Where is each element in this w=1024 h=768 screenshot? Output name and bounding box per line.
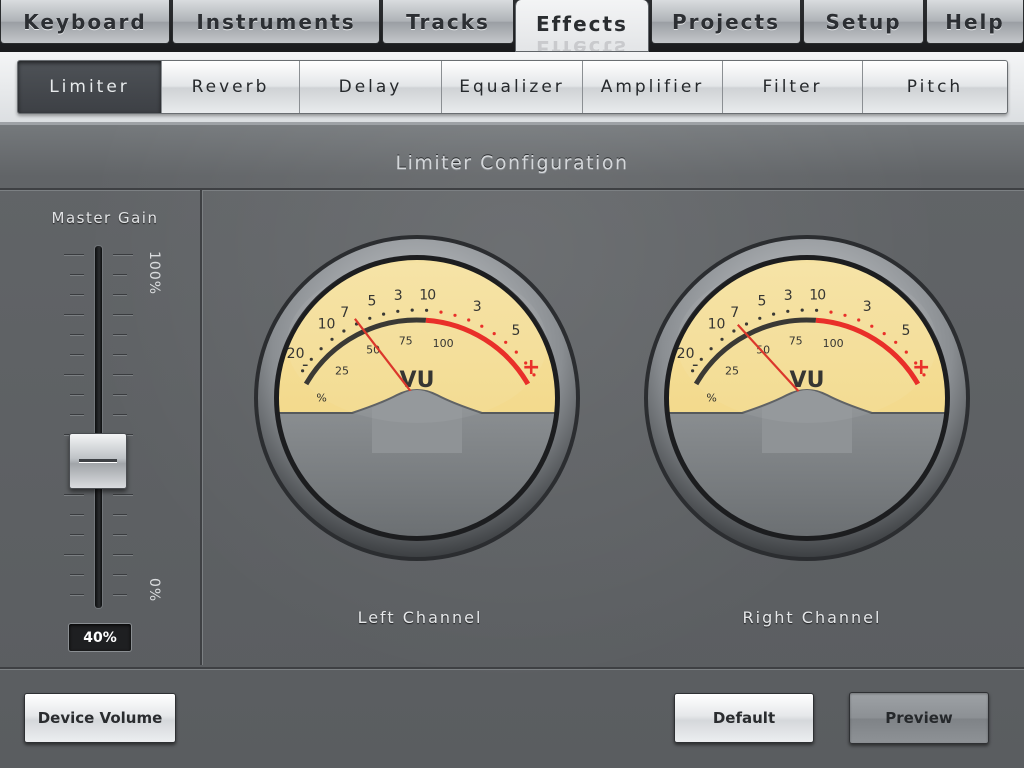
- slider-tick: [70, 514, 84, 515]
- slider-tick: [113, 534, 127, 535]
- slider-tick: [64, 374, 84, 375]
- tab-tracks-label: Tracks: [406, 9, 490, 34]
- master-gain-value: 40%: [68, 623, 132, 652]
- vu-meter-svg: 20107531035%255075100-+VU: [644, 235, 970, 561]
- tab-help[interactable]: Help: [926, 0, 1024, 44]
- page-title: Limiter Configuration: [395, 152, 629, 174]
- slider-tick: [64, 314, 84, 315]
- subtab-pitch[interactable]: Pitch: [863, 61, 1007, 113]
- slider-tick: [70, 274, 84, 275]
- slider-tick: [70, 594, 84, 595]
- subtab-equalizer[interactable]: Equalizer: [442, 61, 583, 113]
- slider-min-label: 0%: [146, 578, 162, 603]
- slider-tick: [113, 414, 127, 415]
- tab-effects-reflection: Effects: [516, 41, 648, 51]
- slider-tick: [70, 394, 84, 395]
- slider-tick: [113, 394, 127, 395]
- slider-tick: [64, 494, 84, 495]
- slider-tick: [70, 334, 84, 335]
- subtab-filter[interactable]: Filter: [723, 61, 863, 113]
- slider-tick: [113, 274, 127, 275]
- master-gain-label: Master Gain: [51, 209, 159, 227]
- slider-tick: [113, 374, 133, 375]
- slider-tick: [70, 414, 84, 415]
- left-channel-label: Left Channel: [357, 608, 483, 627]
- slider-tick: [70, 574, 84, 575]
- left-vu-meter: 20107531035%255075100-+VU: [252, 233, 582, 563]
- tab-help-label: Help: [945, 9, 1005, 34]
- slider-tick: [113, 294, 127, 295]
- slider-tick: [70, 294, 84, 295]
- tab-instruments-label: Instruments: [196, 9, 356, 34]
- subtab-filter-label: Filter: [762, 77, 823, 97]
- slider-tick: [113, 514, 127, 515]
- slider-tick: [70, 534, 84, 535]
- slider-ticks-left: [64, 254, 84, 604]
- slider-tick: [113, 254, 133, 255]
- tab-keyboard[interactable]: Keyboard: [0, 0, 170, 44]
- subtab-delay-label: Delay: [338, 77, 403, 97]
- subtab-equalizer-label: Equalizer: [459, 77, 565, 97]
- master-gain-slider-track[interactable]: [95, 246, 102, 608]
- subtab-pitch-label: Pitch: [906, 77, 964, 97]
- subtab-limiter-label: Limiter: [49, 77, 130, 97]
- tab-instruments[interactable]: Instruments: [172, 0, 380, 44]
- tab-setup[interactable]: Setup: [803, 0, 924, 44]
- main-tab-bar: Keyboard Instruments Tracks Effects Effe…: [0, 0, 1024, 52]
- slider-tick: [113, 494, 133, 495]
- device-volume-button[interactable]: Device Volume: [24, 693, 176, 743]
- subtab-amplifier[interactable]: Amplifier: [583, 61, 723, 113]
- subtab-reverb[interactable]: Reverb: [162, 61, 300, 113]
- effects-subnav: Limiter Reverb Delay Equalizer Amplifier…: [17, 60, 1008, 114]
- tab-keyboard-label: Keyboard: [23, 9, 147, 34]
- right-vu-meter: 20107531035%255075100-+VU: [642, 233, 972, 563]
- tab-projects-label: Projects: [671, 9, 780, 34]
- tab-tracks[interactable]: Tracks: [382, 0, 514, 44]
- glass-highlight: [677, 263, 937, 423]
- subtab-amplifier-label: Amplifier: [600, 77, 705, 97]
- subtab-reverb-label: Reverb: [191, 77, 270, 97]
- slider-ticks-right: [113, 254, 133, 604]
- subtab-delay[interactable]: Delay: [300, 61, 442, 113]
- tab-effects[interactable]: Effects Effects: [515, 0, 649, 52]
- slider-tick: [113, 354, 127, 355]
- subtab-limiter[interactable]: Limiter: [18, 61, 162, 113]
- slider-tick: [113, 554, 133, 555]
- vu-meter-svg: 20107531035%255075100-+VU: [254, 235, 580, 561]
- slider-max-label: 100%: [146, 251, 162, 296]
- master-gain-slider-knob[interactable]: [69, 433, 127, 489]
- slider-tick: [64, 254, 84, 255]
- slider-tick: [113, 594, 127, 595]
- glass-highlight: [287, 263, 547, 423]
- tab-projects[interactable]: Projects: [651, 0, 801, 44]
- slider-tick: [113, 574, 127, 575]
- slider-tick: [64, 554, 84, 555]
- right-channel-label: Right Channel: [742, 608, 882, 627]
- preview-button[interactable]: Preview: [849, 692, 989, 744]
- slider-tick: [113, 314, 133, 315]
- slider-tick: [113, 334, 127, 335]
- tab-setup-label: Setup: [825, 9, 902, 34]
- slider-tick: [70, 354, 84, 355]
- tab-effects-label: Effects: [536, 11, 628, 36]
- default-button[interactable]: Default: [674, 693, 814, 743]
